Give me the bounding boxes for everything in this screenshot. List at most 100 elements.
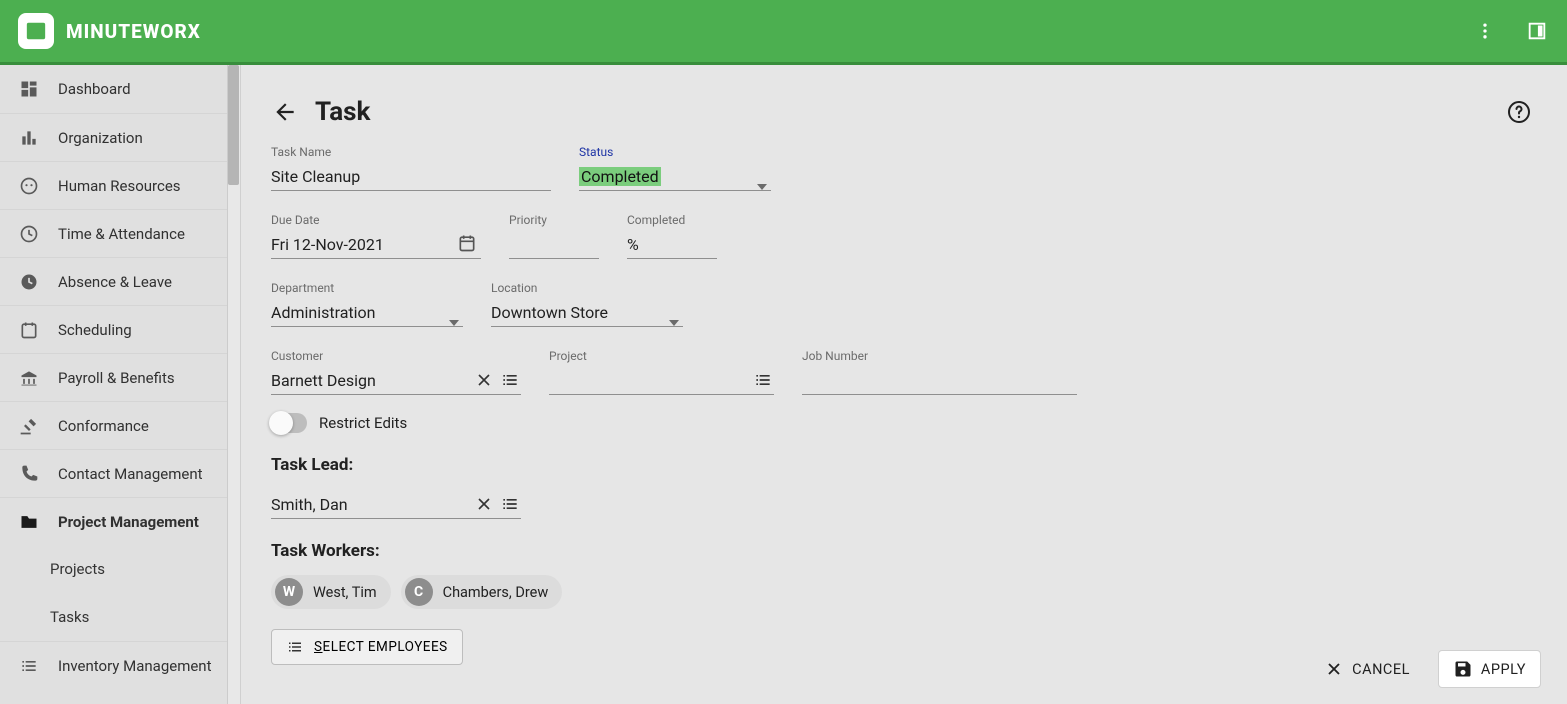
select-employees-label: SSELECT EMPLOYEESELECT EMPLOYEES [314, 639, 448, 655]
back-button[interactable] [271, 98, 299, 126]
sidebar-item-label: Scheduling [58, 321, 132, 339]
sidebar-item-label: Tasks [50, 608, 89, 626]
sidebar: Dashboard Organization Human Resources T… [0, 65, 241, 704]
avatar: C [405, 578, 433, 606]
status-select[interactable]: Completed [579, 161, 771, 191]
location-field: Location Downtown Store [491, 281, 683, 327]
help-icon[interactable] [1505, 98, 1533, 126]
sidebar-scrollbar[interactable] [227, 65, 240, 704]
sidebar-item-label: Conformance [58, 417, 149, 435]
worker-name: West, Tim [313, 584, 377, 601]
priority-input[interactable] [509, 229, 599, 259]
sidebar-sub-projects[interactable]: Projects [0, 545, 240, 593]
department-field: Department Administration [271, 281, 463, 327]
field-label: Location [491, 281, 683, 295]
restrict-row: Restrict Edits [271, 413, 1537, 433]
phone-icon [18, 463, 40, 485]
task-lead-field [271, 489, 521, 519]
field-label: Job Number [802, 349, 1077, 363]
task-lead-title: Task Lead: [271, 455, 1537, 475]
sidebar-item-label: Human Resources [58, 177, 181, 195]
task-name-field: Task Name [271, 145, 551, 191]
chevron-down-icon [757, 175, 767, 181]
sidebar-item-dashboard[interactable]: Dashboard [0, 65, 240, 113]
field-label: Department [271, 281, 463, 295]
field-label: Completed [627, 213, 717, 227]
jobnumber-input[interactable] [802, 365, 1077, 395]
clock-icon [18, 223, 40, 245]
brand-name: MINUTEWORX [66, 20, 201, 43]
sidebar-item-contact[interactable]: Contact Management [0, 449, 240, 497]
chevron-down-icon [449, 311, 459, 317]
field-label: Task Name [271, 145, 551, 159]
list-picker-icon[interactable] [752, 369, 774, 391]
sidebar-item-label: Projects [50, 560, 105, 578]
sidebar-item-payroll[interactable]: Payroll & Benefits [0, 353, 240, 401]
project-input[interactable] [549, 365, 774, 395]
scroll-thumb[interactable] [228, 65, 239, 185]
task-form: Task Name Status Completed Due Date Prio [241, 135, 1567, 675]
department-select[interactable]: Administration [271, 297, 463, 327]
sidebar-item-label: Inventory Management [58, 657, 212, 675]
clear-icon[interactable] [473, 369, 495, 391]
action-bar: CANCEL APPLY [1318, 650, 1541, 688]
gavel-icon [18, 415, 40, 437]
restrict-label: Restrict Edits [319, 414, 407, 432]
sidebar-item-time[interactable]: Time & Attendance [0, 209, 240, 257]
sidebar-sub-tasks[interactable]: Tasks [0, 593, 240, 641]
select-employees-button[interactable]: SSELECT EMPLOYEESELECT EMPLOYEES [271, 629, 463, 665]
due-date-field: Due Date [271, 213, 481, 259]
restrict-toggle[interactable] [271, 413, 307, 433]
task-name-input[interactable] [271, 161, 551, 191]
sidebar-item-organization[interactable]: Organization [0, 113, 240, 161]
worker-chip[interactable]: W West, Tim [271, 575, 391, 609]
sidebar-item-label: Absence & Leave [58, 273, 172, 291]
bank-icon [18, 367, 40, 389]
organization-icon [18, 127, 40, 149]
completed-input[interactable] [627, 229, 717, 259]
completed-field: Completed [627, 213, 717, 259]
priority-field: Priority [509, 213, 599, 259]
list-picker-icon[interactable] [499, 493, 521, 515]
panel-icon[interactable] [1525, 19, 1549, 43]
status-value: Completed [579, 167, 661, 186]
worker-chip[interactable]: C Chambers, Drew [401, 575, 563, 609]
field-label: Customer [271, 349, 521, 363]
apply-label: APPLY [1481, 661, 1526, 678]
avatar: W [275, 578, 303, 606]
field-label: Due Date [271, 213, 481, 227]
face-icon [18, 175, 40, 197]
status-field: Status Completed [579, 145, 771, 191]
location-select[interactable]: Downtown Store [491, 297, 683, 327]
sidebar-item-absence[interactable]: Absence & Leave [0, 257, 240, 305]
brand-logo [18, 13, 54, 49]
jobnumber-field: Job Number [802, 349, 1077, 395]
list-picker-icon[interactable] [499, 369, 521, 391]
department-value: Administration [271, 303, 376, 322]
workers-row: W West, Tim C Chambers, Drew [271, 575, 1537, 609]
clear-icon[interactable] [473, 493, 495, 515]
sidebar-item-inventory[interactable]: Inventory Management [0, 641, 240, 689]
sidebar-item-label: Contact Management [58, 465, 203, 483]
more-vert-icon[interactable] [1473, 19, 1497, 43]
sidebar-item-label: Project Management [58, 513, 199, 531]
sidebar-item-conformance[interactable]: Conformance [0, 401, 240, 449]
content-area: Task Task Name Status Completed [241, 65, 1567, 704]
dashboard-icon [18, 78, 40, 100]
calendar-icon [18, 319, 40, 341]
apply-button[interactable]: APPLY [1438, 650, 1541, 688]
task-workers-title: Task Workers: [271, 541, 1537, 561]
page-header: Task [241, 65, 1567, 135]
sidebar-item-project[interactable]: Project Management [0, 497, 240, 545]
due-date-input[interactable] [271, 229, 481, 259]
cancel-button[interactable]: CANCEL [1318, 651, 1416, 687]
calendar-icon[interactable] [457, 233, 477, 253]
folder-icon [18, 511, 40, 533]
list-icon [18, 655, 40, 677]
brand: MINUTEWORX [18, 13, 201, 49]
sidebar-item-hr[interactable]: Human Resources [0, 161, 240, 209]
project-field: Project [549, 349, 774, 395]
sidebar-item-scheduling[interactable]: Scheduling [0, 305, 240, 353]
customer-field: Customer [271, 349, 521, 395]
chevron-down-icon [669, 311, 679, 317]
